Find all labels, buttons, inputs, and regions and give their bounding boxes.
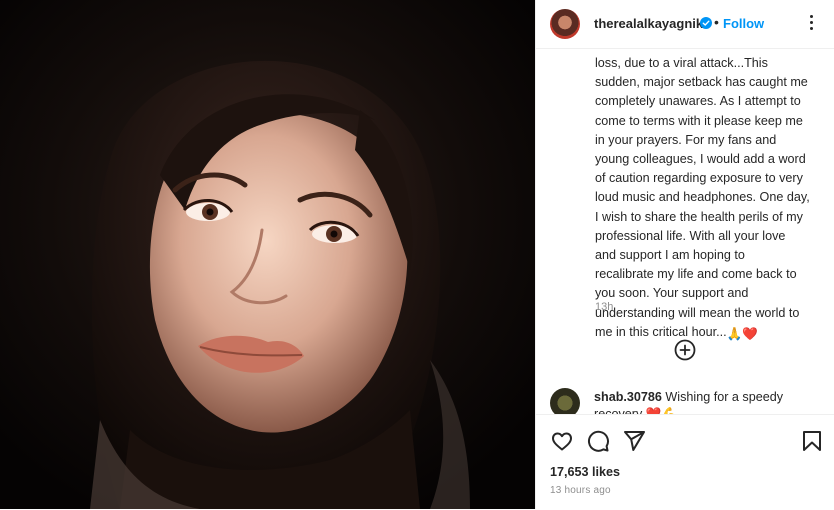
- caption-line: young colleagues, I would add a word: [595, 152, 806, 167]
- post-photo[interactable]: [0, 0, 535, 509]
- caption-line: come to terms with it please keep me: [595, 113, 803, 128]
- caption-line: understanding will mean the world to: [595, 305, 800, 320]
- post-header: therealalkayagnik • Follow: [536, 0, 834, 49]
- portrait-image: [0, 0, 535, 509]
- heart-icon[interactable]: [550, 429, 574, 453]
- caption-line: recalibrate my life and come back to: [595, 267, 797, 282]
- post-time-ago[interactable]: 13 hours ago: [550, 485, 611, 496]
- comment-username[interactable]: shab.30786: [594, 390, 662, 404]
- caption-timestamp[interactable]: 13h: [595, 301, 613, 313]
- author-avatar[interactable]: [550, 9, 580, 39]
- caption-line: me in this critical hour...: [595, 324, 727, 339]
- bookmark-icon[interactable]: [800, 429, 824, 453]
- likes-count[interactable]: 17,653 likes: [550, 465, 620, 479]
- post-actions-bar: 17,653 likes 13 hours ago: [536, 414, 834, 510]
- verified-badge-icon: [700, 17, 712, 29]
- post-caption: loss, due to a viral attack...This sudde…: [595, 54, 820, 344]
- caption-line: and support I am hoping to: [595, 248, 745, 263]
- add-circle-icon[interactable]: [674, 339, 696, 361]
- instagram-post-view: therealalkayagnik • Follow loss, due to …: [0, 0, 834, 510]
- caption-line: professional life. With all your love: [595, 228, 786, 243]
- header-separator: •: [714, 14, 719, 30]
- author-username[interactable]: therealalkayagnik: [594, 16, 703, 31]
- caption-last-line: me in this critical hour...🙏❤️: [595, 323, 820, 344]
- caption-line: loss, due to a viral attack...This: [595, 56, 768, 70]
- comment-icon[interactable]: [586, 429, 610, 453]
- caption-line: completely unawares. As I attempt to: [595, 94, 801, 109]
- caption-line: in your prayers. For my fans and: [595, 132, 777, 147]
- caption-line: of caution regarding exposure to very: [595, 171, 803, 186]
- caption-emojis: 🙏❤️: [726, 326, 758, 341]
- more-options-icon[interactable]: [802, 12, 820, 36]
- caption-line: loud music and headphones. One day,: [595, 190, 810, 205]
- follow-button[interactable]: Follow: [723, 16, 764, 31]
- post-side-panel: therealalkayagnik • Follow loss, due to …: [535, 0, 834, 510]
- share-icon[interactable]: [622, 429, 646, 453]
- caption-line: you soon. Your support and: [595, 286, 749, 301]
- caption-line: I wish to share the health perils of my: [595, 209, 803, 224]
- caption-line: sudden, major setback has caught me: [595, 75, 808, 90]
